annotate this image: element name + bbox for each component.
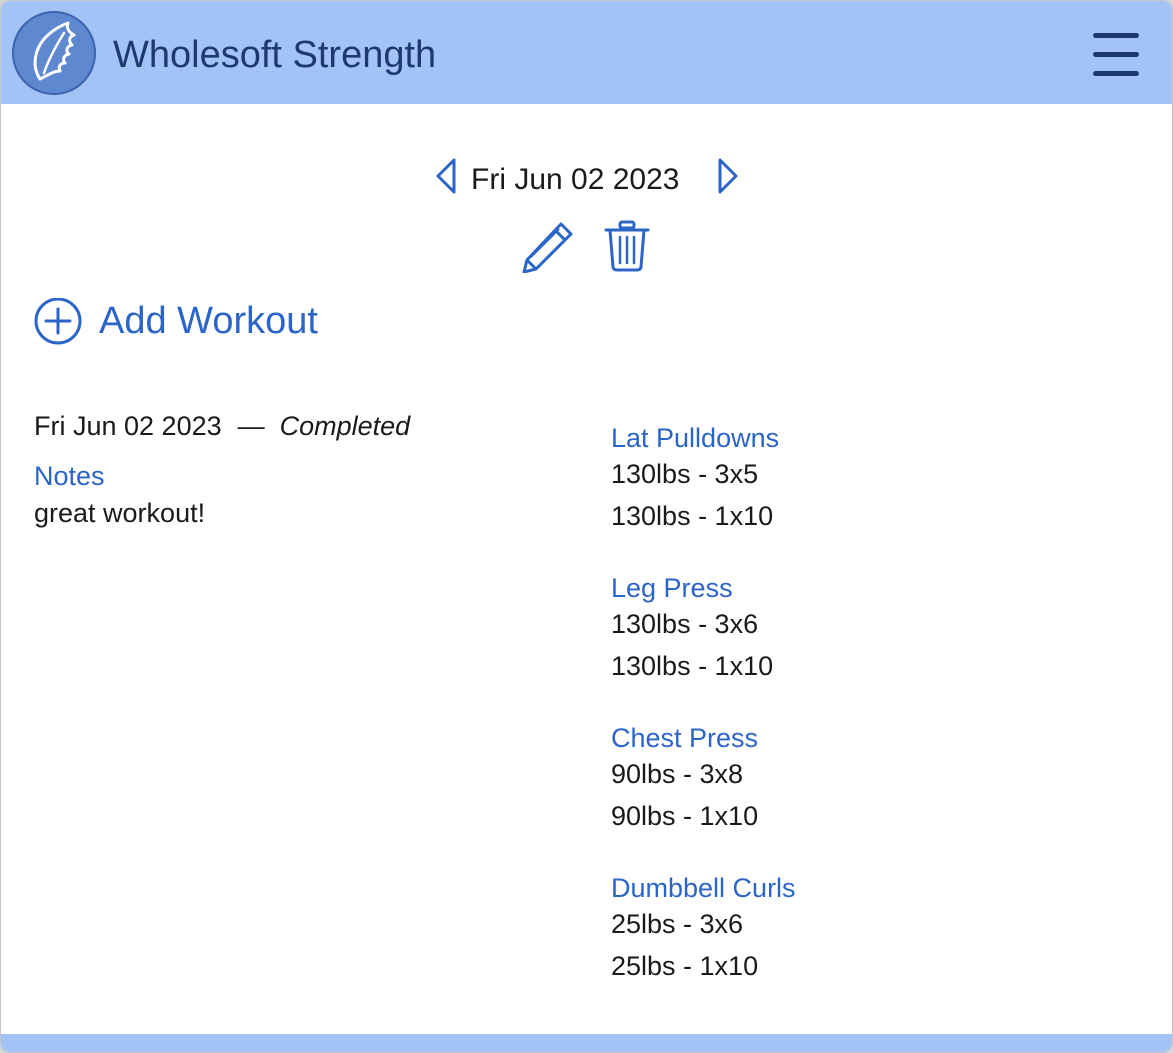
exercise-list: Lat Pulldowns 130lbs - 3x5 130lbs - 1x10… [611,421,1131,1021]
hamburger-line [1093,52,1139,57]
leaf-icon [33,21,76,81]
app-logo[interactable] [12,11,96,95]
trash-icon [604,220,650,272]
exercise-name[interactable]: Leg Press [611,571,1131,605]
exercise-set: 90lbs - 3x8 [611,759,744,789]
chevron-left-icon [436,158,456,194]
pencil-icon [522,222,573,274]
footer-bar [1,1034,1172,1052]
exercise-set: 25lbs - 3x6 [611,909,744,939]
date-navigator: Fri Jun 02 2023 [1,151,1172,201]
exercise-item: Chest Press 90lbs - 3x8 90lbs - 1x10 [611,721,1131,871]
app-header: Wholesoft Strength [1,1,1172,104]
exercise-item: Dumbbell Curls 25lbs - 3x6 25lbs - 1x10 [611,871,1131,1021]
exercise-item: Leg Press 130lbs - 3x6 130lbs - 1x10 [611,571,1131,721]
app-window: Wholesoft Strength Fri Jun 02 2023 Add W… [0,0,1173,1053]
hamburger-menu-icon [1093,33,1139,38]
separator: — [237,411,265,441]
app-title: Wholesoft Strength [113,34,437,76]
exercise-name[interactable]: Lat Pulldowns [611,421,1131,455]
plus-circle-icon [34,298,82,345]
next-day-button[interactable] [714,156,744,196]
notes-text: great workout! [34,498,206,528]
delete-button[interactable] [603,219,651,273]
hamburger-menu-button[interactable] [1089,29,1143,85]
workout-header: Fri Jun 02 2023 — Completed [34,409,410,443]
notes-label: Notes [34,461,105,491]
previous-day-button[interactable] [432,156,462,196]
exercise-set: 130lbs - 3x6 [611,609,759,639]
current-date: Fri Jun 02 2023 [471,163,680,196]
edit-button[interactable] [519,221,575,274]
add-workout-label: Add Workout [99,300,318,342]
hamburger-line [1093,71,1139,76]
exercise-name[interactable]: Dumbbell Curls [611,871,1131,905]
exercise-item: Lat Pulldowns 130lbs - 3x5 130lbs - 1x10 [611,421,1131,571]
exercise-set: 130lbs - 3x5 [611,459,759,489]
exercise-set: 130lbs - 1x10 [611,651,774,681]
exercise-name[interactable]: Chest Press [611,721,1131,755]
workout-status: Completed [279,411,411,441]
chevron-right-icon [718,158,738,194]
exercise-set: 25lbs - 1x10 [611,951,759,981]
exercise-set: 130lbs - 1x10 [611,501,774,531]
workout-date: Fri Jun 02 2023 [34,411,222,441]
exercise-set: 90lbs - 1x10 [611,801,759,831]
